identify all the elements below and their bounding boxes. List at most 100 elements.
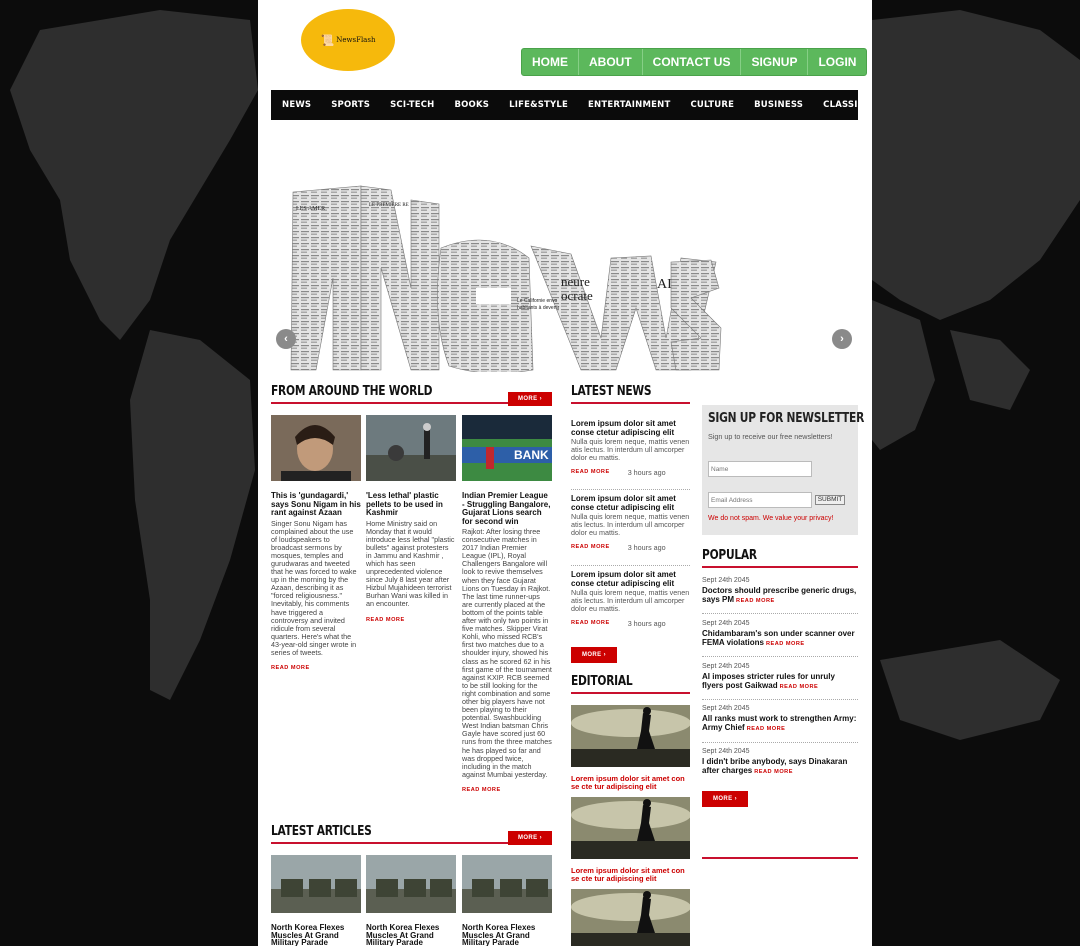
- read-more-link[interactable]: READ MORE: [747, 726, 786, 732]
- article-title[interactable]: 'Less lethal' plastic pellets to be used…: [366, 491, 456, 518]
- nav-home[interactable]: HOME: [522, 49, 579, 75]
- popular-title[interactable]: Doctors should prescribe generic drugs, …: [702, 586, 856, 604]
- read-more-link[interactable]: READ MORE: [736, 598, 775, 604]
- divider: [571, 489, 690, 490]
- world-article: This is 'gundagardi,' says Sonu Nigam in…: [271, 415, 361, 671]
- nav-about[interactable]: ABOUT: [579, 49, 643, 75]
- news-title[interactable]: Lorem ipsum dolor sit amet conse ctetur …: [571, 570, 690, 588]
- privacy-note: We do not spam. We value your privacy!: [708, 515, 834, 522]
- category-life-style[interactable]: LIFE&STYLE: [509, 100, 568, 110]
- category-classifieds[interactable]: CLASSIFIEDS: [823, 100, 872, 110]
- category-books[interactable]: BOOKS: [454, 100, 489, 110]
- paper-headline: neure: [561, 274, 590, 289]
- editorial-caption[interactable]: Lorem ipsum dolor sit amet con se cte tu…: [571, 867, 690, 883]
- editorial-item: Lorem ipsum dolor sit amet con se cte tu…: [571, 797, 691, 883]
- world-article: BANK Indian Premier League - Struggling …: [462, 415, 552, 793]
- news-title[interactable]: Lorem ipsum dolor sit amet conse ctetur …: [571, 419, 690, 437]
- news-item: Lorem ipsum dolor sit amet conse ctetur …: [571, 419, 690, 477]
- news-hero-image: LES AMER LE PREMIERE RE neure ocrate AI …: [290, 185, 722, 372]
- article-title[interactable]: North Korea Flexes Muscles At Grand Mili…: [271, 924, 361, 946]
- scroll-icon: 📜: [320, 33, 335, 47]
- world-article: 'Less lethal' plastic pellets to be used…: [366, 415, 456, 623]
- popular-date: Sept 24th 2045: [702, 705, 750, 712]
- category-news[interactable]: NEWS: [282, 100, 311, 110]
- divider: [702, 699, 858, 700]
- article-thumbnail[interactable]: [271, 855, 361, 913]
- editorial-thumbnail[interactable]: [571, 705, 691, 767]
- news-body: Nulla quis lorem neque, mattis venen ati…: [571, 437, 690, 462]
- submit-button[interactable]: SUBMIT: [815, 495, 845, 505]
- name-input[interactable]: [708, 461, 812, 477]
- paper-headline: LE PREMIERE RE: [369, 203, 409, 208]
- email-input[interactable]: [708, 492, 812, 508]
- news-time: 3 hours ago: [627, 468, 666, 477]
- read-more-link[interactable]: READ MORE: [754, 769, 793, 775]
- divider: [702, 613, 858, 614]
- read-more-link[interactable]: READ MORE: [462, 787, 552, 793]
- popular-item: Sept 24th 2045 Chidambaram's son under s…: [702, 620, 858, 649]
- article-thumbnail[interactable]: [366, 855, 456, 913]
- editorial-heading: EDITORIAL: [571, 674, 633, 689]
- popular-date: Sept 24th 2045: [702, 577, 750, 584]
- news-item: Lorem ipsum dolor sit amet conse ctetur …: [571, 570, 690, 628]
- latest-article-card: North Korea Flexes Muscles At Grand Mili…: [462, 855, 552, 946]
- nav-contact[interactable]: CONTACT US: [643, 49, 742, 75]
- nav-login[interactable]: LOGIN: [808, 49, 866, 75]
- popular-date: Sept 24th 2045: [702, 663, 750, 670]
- editorial-thumbnail[interactable]: [571, 889, 691, 946]
- latest-news-more-button[interactable]: MORE ›: [571, 647, 617, 663]
- news-body: Nulla quis lorem neque, mattis venen ati…: [571, 588, 690, 613]
- nav-signup[interactable]: SIGNUP: [741, 49, 809, 75]
- read-more-link[interactable]: READ MORE: [571, 544, 610, 552]
- divider: [702, 656, 858, 657]
- paper-headline: ocrate: [561, 288, 593, 303]
- logo-text: NewsFlash: [336, 36, 376, 44]
- article-title[interactable]: Indian Premier League - Struggling Banga…: [462, 491, 552, 526]
- category-culture[interactable]: CULTURE: [690, 100, 734, 110]
- newsletter-subtitle: Sign up to receive our free newsletters!: [708, 432, 833, 441]
- news-time: 3 hours ago: [627, 619, 666, 628]
- article-thumbnail[interactable]: [462, 855, 552, 913]
- popular-date: Sept 24th 2045: [702, 748, 750, 755]
- article-body: Rajkot: After losing three consecutive m…: [462, 527, 552, 779]
- article-title[interactable]: North Korea Flexes Muscles At Grand Mili…: [366, 924, 456, 946]
- read-more-link[interactable]: READ MORE: [571, 620, 610, 628]
- chevron-right-icon[interactable]: ›: [832, 329, 852, 349]
- read-more-link[interactable]: READ MORE: [571, 469, 610, 477]
- top-navigation: HOME ABOUT CONTACT US SIGNUP LOGIN: [521, 48, 868, 76]
- read-more-link[interactable]: READ MORE: [780, 684, 819, 690]
- article-thumbnail[interactable]: [366, 415, 456, 481]
- article-title[interactable]: This is 'gundagardi,' says Sonu Nigam in…: [271, 491, 361, 518]
- world-heading: FROM AROUND THE WORLD: [271, 384, 433, 399]
- read-more-link[interactable]: READ MORE: [766, 641, 805, 647]
- paper-headline: Le Californie envo: [517, 298, 558, 304]
- editorial-thumbnail[interactable]: [571, 797, 691, 859]
- latest-articles-heading: LATEST ARTICLES: [271, 824, 372, 839]
- hero-slider: LES AMER LE PREMIERE RE neure ocrate AI …: [271, 128, 858, 372]
- read-more-link[interactable]: READ MORE: [271, 665, 361, 671]
- news-body: Nulla quis lorem neque, mattis venen ati…: [571, 512, 690, 537]
- article-thumbnail[interactable]: BANK: [462, 415, 552, 481]
- category-sports[interactable]: SPORTS: [331, 100, 370, 110]
- read-more-link[interactable]: READ MORE: [366, 617, 456, 623]
- article-thumbnail[interactable]: [271, 415, 361, 481]
- page-container: 📜 NewsFlash HOME ABOUT CONTACT US SIGNUP…: [258, 0, 872, 946]
- category-navigation: NEWS SPORTS SCI-TECH BOOKS LIFE&STYLE EN…: [271, 90, 872, 120]
- category-sci-tech[interactable]: SCI-TECH: [390, 100, 434, 110]
- article-title[interactable]: North Korea Flexes Muscles At Grand Mili…: [462, 924, 552, 946]
- site-logo[interactable]: 📜 NewsFlash: [301, 9, 395, 71]
- article-body: Home Ministry said on Monday that it wou…: [366, 518, 455, 609]
- category-entertainment[interactable]: ENTERTAINMENT: [588, 100, 670, 110]
- latest-news-heading: LATEST NEWS: [571, 384, 652, 399]
- latest-articles-more-button[interactable]: MORE ›: [508, 831, 552, 845]
- newsletter-heading: SIGN UP FOR NEWSLETTER: [708, 411, 865, 426]
- popular-more-button[interactable]: MORE ›: [702, 791, 748, 807]
- world-more-button[interactable]: MORE ›: [508, 392, 552, 406]
- latest-article-card: North Korea Flexes Muscles At Grand Mili…: [366, 855, 456, 946]
- sidebar-divider: [702, 857, 858, 859]
- editorial-item: Lorem ipsum dolor sit amet con se cte tu…: [571, 705, 691, 791]
- news-title[interactable]: Lorem ipsum dolor sit amet conse ctetur …: [571, 494, 690, 512]
- editorial-caption[interactable]: Lorem ipsum dolor sit amet con se cte tu…: [571, 775, 690, 791]
- category-business[interactable]: BUSINESS: [754, 100, 803, 110]
- chevron-left-icon[interactable]: ‹: [276, 329, 296, 349]
